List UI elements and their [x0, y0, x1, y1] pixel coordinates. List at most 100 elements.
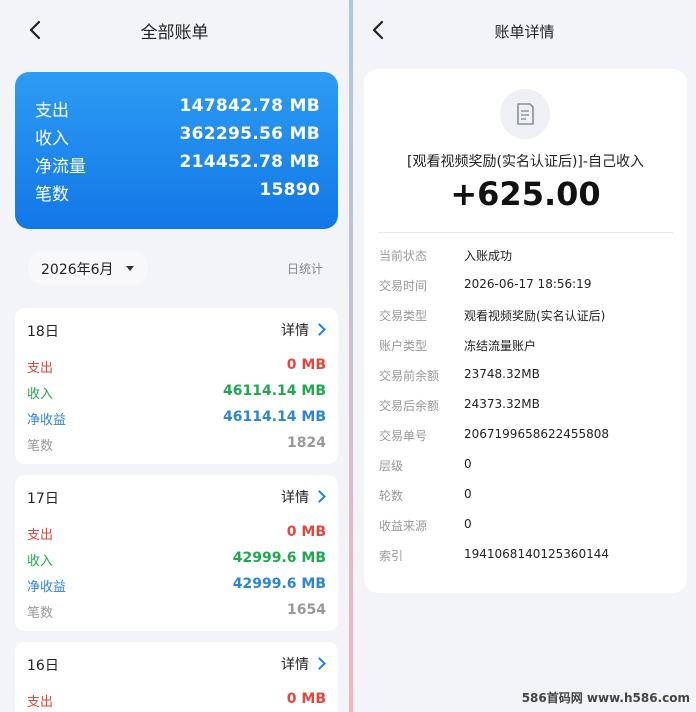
bill-detail-screen: 账单详情 [观看视频奖励(实名认证后)]-自己收入 +625.00 当前状态 入账…: [353, 0, 696, 712]
field-label: 交易单号: [379, 429, 428, 443]
field-index: 索引 1941068140125360144: [379, 547, 677, 567]
row-label: 净收益: [27, 413, 67, 428]
field-value: 0: [464, 457, 472, 471]
daily-stats-link[interactable]: 日统计: [287, 260, 323, 277]
field-balance-before: 交易前余额 23748.32MB: [379, 367, 677, 387]
field-label: 索引: [379, 549, 404, 563]
chevron-right-icon: [313, 323, 326, 336]
row-value: 0 MB: [286, 357, 326, 373]
day-row-net: 净收益 46114.14 MB: [27, 409, 326, 431]
row-label: 收入: [27, 387, 54, 402]
nav-bar: 全部账单: [0, 0, 349, 62]
summary-label: 笔数: [35, 185, 69, 205]
field-income-source: 收益来源 0: [379, 517, 677, 537]
day-row-income: 收入 42999.6 MB: [27, 550, 326, 572]
field-value: 0: [464, 487, 472, 501]
page-title: 全部账单: [140, 23, 209, 43]
row-value: 1824: [287, 435, 326, 451]
field-value: 冻结流量账户: [464, 339, 537, 353]
field-type: 交易类型 观看视频奖励(实名认证后): [379, 307, 677, 327]
field-balance-after: 交易后余额 24373.32MB: [379, 397, 677, 417]
field-label: 交易后余额: [379, 399, 440, 413]
field-value: 23748.32MB: [464, 367, 540, 381]
field-value: 0: [464, 517, 472, 531]
summary-row-income: 收入 362295.56 MB: [35, 124, 320, 152]
document-icon: [517, 103, 534, 125]
row-value: 42999.6 MB: [232, 550, 326, 566]
row-value: 46114.14 MB: [223, 409, 326, 425]
field-value: 2026-06-17 18:56:19: [464, 277, 592, 291]
field-value: 入账成功: [464, 249, 513, 263]
row-label: 支出: [27, 528, 54, 543]
day-row-expense: 支出 0 MB: [27, 691, 326, 712]
divider-line: [378, 232, 673, 233]
row-label: 支出: [27, 695, 54, 710]
summary-row-count: 笔数 15890: [35, 180, 320, 208]
row-label: 支出: [27, 361, 54, 376]
row-label: 笔数: [27, 606, 54, 621]
field-level: 层级 0: [379, 457, 677, 477]
summary-value: 147842.78 MB: [179, 96, 320, 116]
day-row-expense: 支出 0 MB: [27, 357, 326, 379]
summary-row-net: 净流量 214452.78 MB: [35, 152, 320, 180]
summary-row-expense: 支出 147842.78 MB: [35, 96, 320, 124]
detail-label: 详情: [281, 657, 309, 673]
chevron-right-icon: [313, 490, 326, 503]
day-row-net: 净收益 42999.6 MB: [27, 576, 326, 598]
day-row-income: 收入 46114.14 MB: [27, 383, 326, 405]
day-card-18: 18日 详情 支出 0 MB 收入 46114.14 MB 净收益 46114.…: [15, 308, 338, 464]
detail-button[interactable]: 详情: [281, 487, 326, 507]
day-title: 17日: [27, 491, 59, 507]
chevron-right-icon: [313, 657, 326, 670]
detail-button[interactable]: 详情: [281, 320, 326, 340]
field-label: 当前状态: [379, 249, 428, 263]
field-label: 层级: [379, 459, 404, 473]
caret-down-icon: [126, 266, 134, 271]
page-title: 账单详情: [494, 23, 555, 41]
field-status: 当前状态 入账成功: [379, 247, 677, 267]
nav-bar: 账单详情: [353, 0, 696, 62]
summary-card: 支出 147842.78 MB 收入 362295.56 MB 净流量 2144…: [15, 72, 338, 229]
detail-card: [观看视频奖励(实名认证后)]-自己收入 +625.00 当前状态 入账成功 交易…: [364, 69, 687, 593]
row-value: 42999.6 MB: [232, 576, 326, 592]
bill-list-screen: 全部账单 支出 147842.78 MB 收入 362295.56 MB 净流量…: [0, 0, 349, 712]
summary-value: 15890: [259, 180, 320, 200]
field-order-number: 交易单号 2067199658622455808: [379, 427, 677, 447]
field-value: 24373.32MB: [464, 397, 540, 411]
field-time: 交易时间 2026-06-17 18:56:19: [379, 277, 677, 297]
day-title: 18日: [27, 324, 59, 340]
field-label: 交易前余额: [379, 369, 440, 383]
record-icon-badge: [500, 89, 550, 139]
summary-label: 净流量: [35, 157, 86, 177]
day-row-count: 笔数 1824: [27, 435, 326, 457]
transaction-amount: +625.00: [450, 175, 601, 213]
detail-label: 详情: [281, 490, 309, 506]
watermark: 586首码网 www.h586.com: [521, 691, 690, 705]
month-label: 2026年6月: [41, 262, 114, 278]
day-card-16: 16日 详情 支出 0 MB: [15, 642, 338, 712]
field-label: 交易类型: [379, 309, 428, 323]
field-label: 轮数: [379, 489, 404, 503]
field-label: 交易时间: [379, 279, 428, 293]
summary-label: 收入: [35, 129, 69, 149]
summary-value: 362295.56 MB: [179, 124, 320, 144]
field-label: 账户类型: [379, 339, 428, 353]
detail-label: 详情: [281, 323, 309, 339]
summary-value: 214452.78 MB: [179, 152, 320, 172]
summary-label: 支出: [35, 101, 69, 121]
field-account-type: 账户类型 冻结流量账户: [379, 337, 677, 357]
day-row-expense: 支出 0 MB: [27, 524, 326, 546]
month-selector[interactable]: 2026年6月: [28, 251, 148, 285]
day-row-count: 笔数 1654: [27, 602, 326, 624]
day-title: 16日: [27, 658, 59, 674]
transaction-description: [观看视频奖励(实名认证后)]-自己收入: [407, 154, 644, 170]
row-value: 1654: [287, 602, 326, 618]
field-value: 2067199658622455808: [464, 427, 610, 441]
detail-button[interactable]: 详情: [281, 654, 326, 674]
row-value: 46114.14 MB: [223, 383, 326, 399]
row-label: 笔数: [27, 439, 54, 454]
row-label: 收入: [27, 554, 54, 569]
row-value: 0 MB: [286, 524, 326, 540]
field-value: 观看视频奖励(实名认证后): [464, 309, 606, 323]
field-round: 轮数 0: [379, 487, 677, 507]
